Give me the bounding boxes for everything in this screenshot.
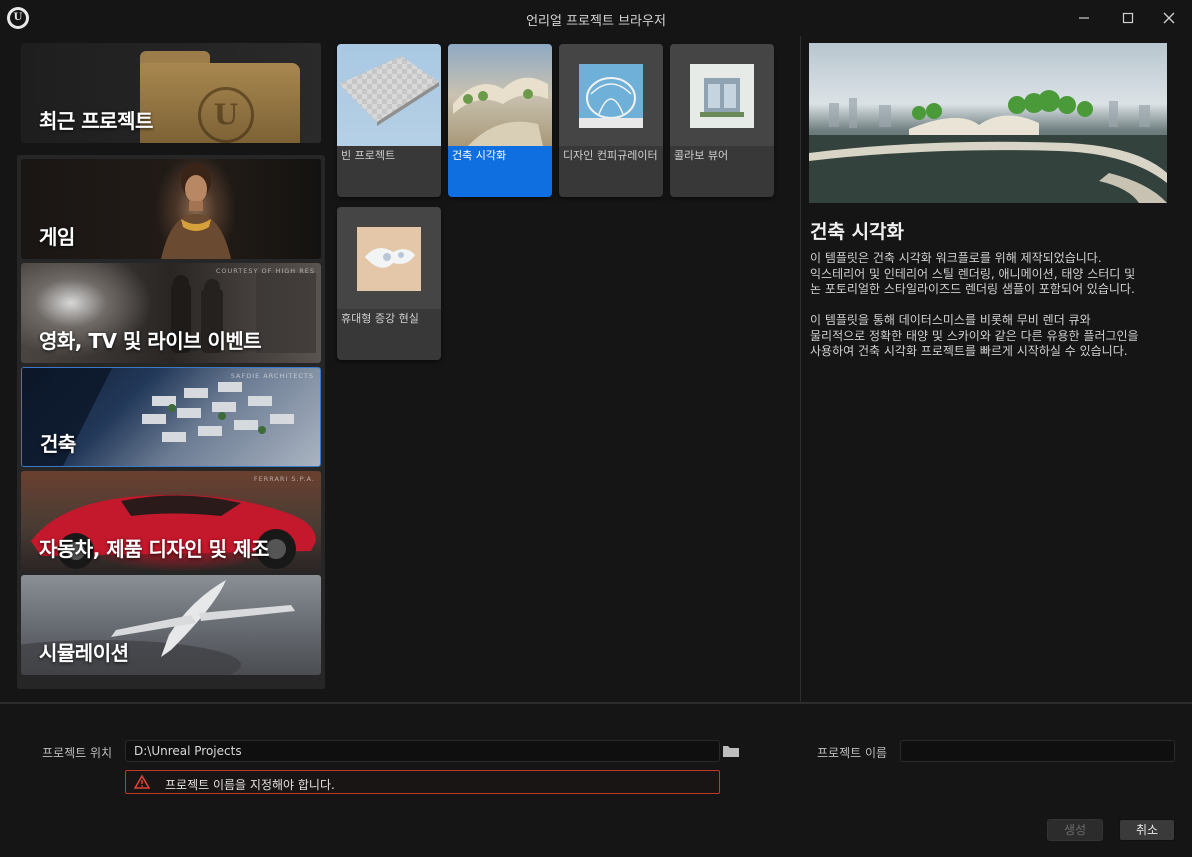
collab-viewer-image — [690, 64, 754, 128]
template-design-configurator[interactable]: 디자인 컨피규레이터 — [559, 44, 663, 197]
template-thumbnail — [559, 44, 663, 146]
category-label: 건축 — [40, 432, 76, 456]
template-label: 콜라보 뷰어 — [674, 149, 729, 162]
project-name-input[interactable] — [900, 740, 1175, 762]
project-name-label: 프로젝트 이름 — [817, 746, 888, 760]
template-thumbnail — [448, 44, 552, 146]
image-credit: COURTESY OF HIGH RES — [215, 267, 315, 275]
template-label: 디자인 컨피규레이터 — [563, 149, 658, 162]
project-location-label: 프로젝트 위치 — [42, 746, 113, 760]
image-credit: SAFDIE ARCHITECTS — [230, 372, 314, 380]
template-label: 건축 시각화 — [452, 149, 507, 162]
template-thumbnail — [670, 44, 774, 146]
category-label: 시뮬레이션 — [39, 641, 129, 665]
category-label: 영화, TV 및 라이브 이벤트 — [39, 329, 262, 353]
category-label: 자동차, 제품 디자인 및 제조 — [39, 537, 269, 561]
template-archviz[interactable]: 건축 시각화 — [448, 44, 552, 197]
project-location-input[interactable]: D:\Unreal Projects — [125, 740, 720, 762]
close-button[interactable] — [1157, 6, 1181, 30]
template-label: 휴대형 증강 현실 — [341, 312, 419, 325]
handheld-ar-image — [357, 227, 421, 291]
template-preview-image — [809, 43, 1167, 203]
category-film-tv-live-events[interactable]: COURTESY OF HIGH RES 영화, TV 및 라이브 이벤트 — [21, 263, 321, 363]
image-credit: FERRARI S.P.A. — [253, 475, 315, 483]
maximize-button[interactable] — [1116, 6, 1140, 30]
template-thumbnail — [337, 207, 441, 309]
error-message-box: 프로젝트 이름을 지정해야 합니다. — [125, 770, 720, 794]
folder-icon: U — [140, 51, 300, 143]
minimize-icon — [1079, 17, 1089, 19]
category-automotive-product-design[interactable]: FERRARI S.P.A. 자동차, 제품 디자인 및 제조 — [21, 471, 321, 571]
panel-divider — [800, 36, 801, 702]
category-label: 최근 프로젝트 — [39, 109, 153, 133]
template-blank-project[interactable]: 빈 프로젝트 — [337, 44, 441, 197]
template-handheld-ar[interactable]: 휴대형 증강 현실 — [337, 207, 441, 360]
error-message: 프로젝트 이름을 지정해야 합니다. — [165, 778, 335, 792]
archviz-preview-image — [809, 90, 1167, 203]
category-architecture[interactable]: SAFDIE ARCHITECTS 건축 — [21, 367, 321, 467]
window-title: 언리얼 프로젝트 브라우저 — [526, 14, 666, 29]
category-label: 게임 — [39, 225, 75, 249]
template-collab-viewer[interactable]: 콜라보 뷰어 — [670, 44, 774, 197]
warning-icon — [134, 775, 150, 789]
archviz-scene-image — [453, 77, 548, 146]
browse-folder-button[interactable] — [722, 743, 742, 759]
category-game[interactable]: 게임 — [21, 159, 321, 259]
template-description: 이 템플릿은 건축 시각화 워크플로를 위해 제작되었습니다. 익스테리어 및 … — [810, 251, 1139, 358]
minimize-button[interactable] — [1072, 6, 1096, 30]
cancel-button[interactable]: 취소 — [1119, 819, 1175, 841]
design-configurator-image — [579, 64, 643, 128]
title-bar: U 언리얼 프로젝트 브라우저 — [0, 0, 1192, 36]
create-button[interactable]: 생성 — [1047, 819, 1103, 841]
folder-icon — [723, 746, 739, 757]
template-label: 빈 프로젝트 — [341, 149, 396, 162]
category-recent-projects[interactable]: U 최근 프로젝트 — [21, 43, 321, 143]
close-icon — [1163, 12, 1175, 24]
checkered-floor-image — [339, 56, 439, 126]
category-simulation[interactable]: 시뮬레이션 — [21, 575, 321, 675]
template-title: 건축 시각화 — [810, 221, 905, 243]
maximize-icon — [1122, 12, 1134, 24]
template-thumbnail — [337, 44, 441, 146]
